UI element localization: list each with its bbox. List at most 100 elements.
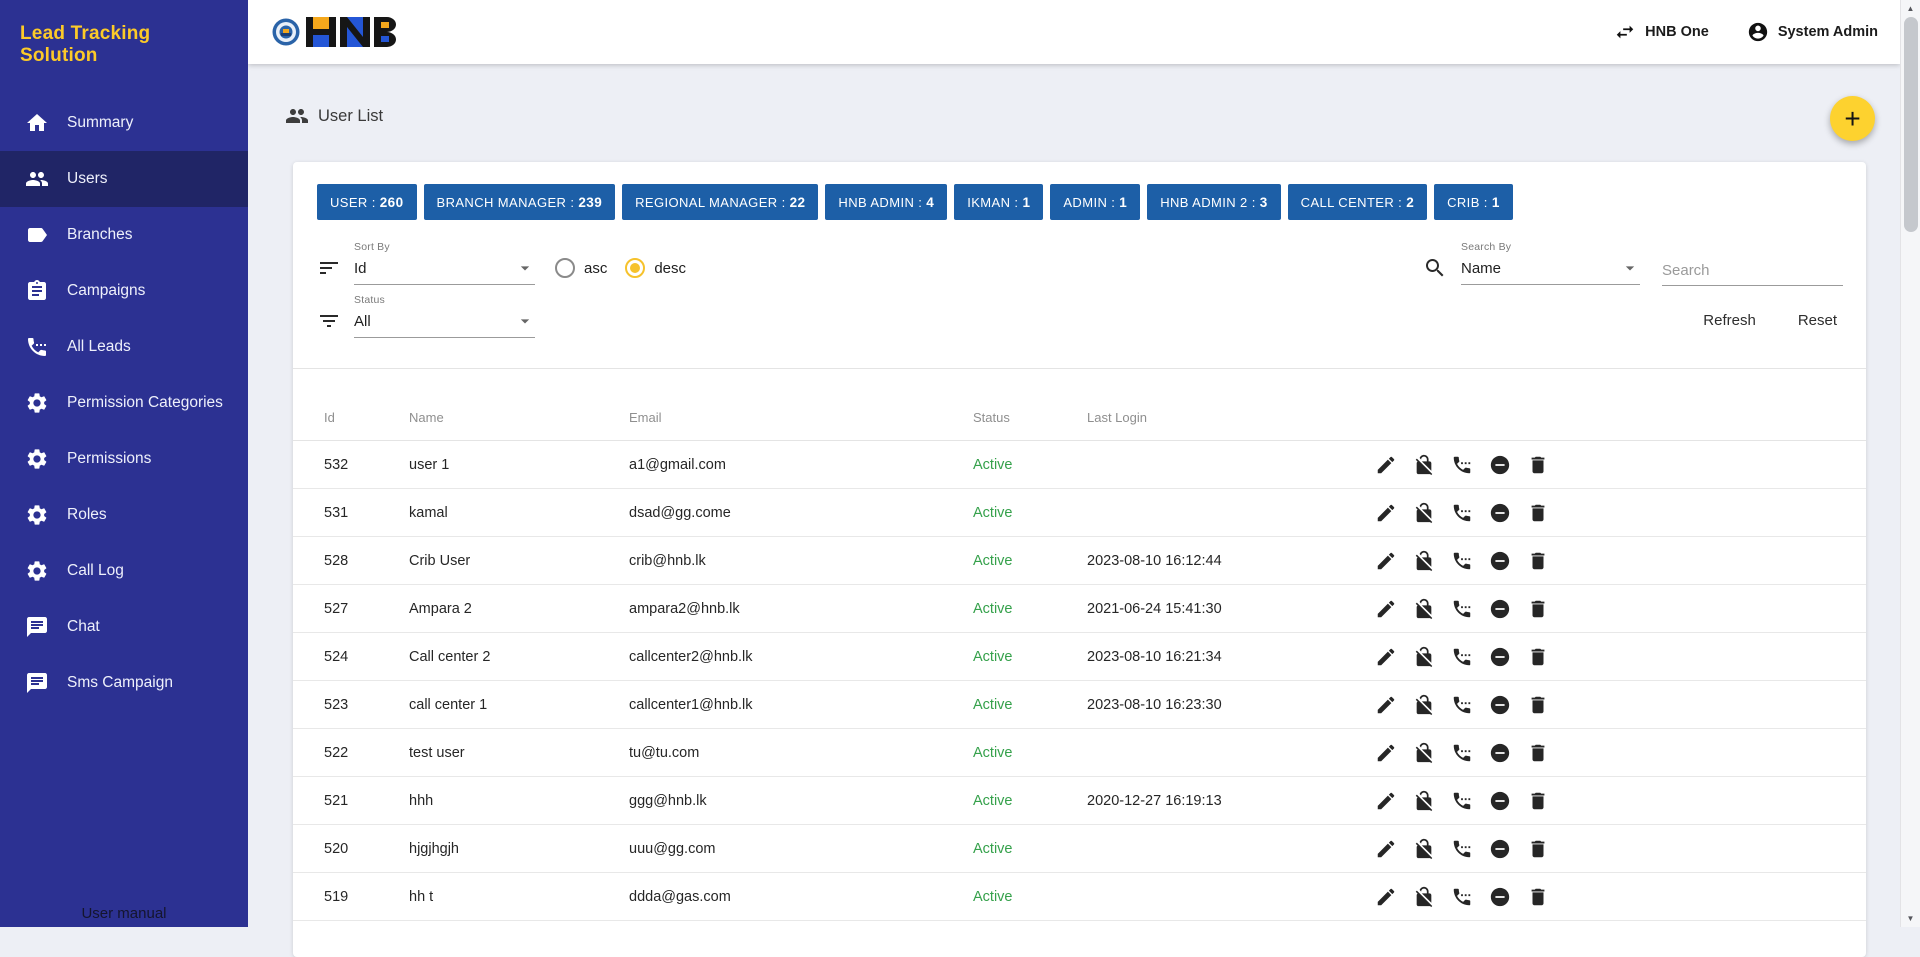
no-encryption-icon[interactable] [1413, 694, 1435, 716]
settings-phone-icon[interactable] [1451, 454, 1473, 476]
delete-icon[interactable] [1527, 646, 1549, 668]
no-encryption-icon[interactable] [1413, 886, 1435, 908]
edit-icon[interactable] [1375, 598, 1397, 620]
search-by-select[interactable]: Search By Name [1461, 241, 1640, 285]
do-not-disturb-on-icon[interactable] [1489, 598, 1511, 620]
user-manual-link[interactable]: User manual [0, 905, 248, 922]
status-select[interactable]: Status All [354, 294, 535, 338]
sidebar-item-branches[interactable]: Branches [0, 207, 248, 263]
role-chip-hnb-admin[interactable]: HNB ADMIN : 4 [825, 184, 947, 220]
edit-icon[interactable] [1375, 550, 1397, 572]
edit-icon[interactable] [1375, 838, 1397, 860]
refresh-button[interactable]: Refresh [1697, 304, 1762, 337]
role-chip-count: 4 [926, 195, 934, 210]
reset-button[interactable]: Reset [1792, 304, 1843, 337]
role-chip-label: HNB ADMIN 2 : [1160, 195, 1260, 210]
settings-phone-icon[interactable] [1451, 646, 1473, 668]
workspace-switcher[interactable]: HNB One [1614, 21, 1709, 43]
no-encryption-icon[interactable] [1413, 838, 1435, 860]
scroll-up-button[interactable]: ▲ [1901, 0, 1920, 17]
role-chip-user[interactable]: USER : 260 [317, 184, 417, 220]
do-not-disturb-on-icon[interactable] [1489, 646, 1511, 668]
table-row: 519hh tddda@gas.comActive [293, 873, 1866, 921]
sidebar-item-summary[interactable]: Summary [0, 95, 248, 151]
no-encryption-icon[interactable] [1413, 454, 1435, 476]
role-chip-ikman[interactable]: IKMAN : 1 [954, 184, 1043, 220]
scrollbar-thumb[interactable] [1904, 17, 1918, 232]
edit-icon[interactable] [1375, 742, 1397, 764]
sidebar-item-users[interactable]: Users [0, 151, 248, 207]
settings-phone-icon[interactable] [1451, 790, 1473, 812]
radio-desc-label: desc [654, 260, 686, 277]
do-not-disturb-on-icon[interactable] [1489, 454, 1511, 476]
cell-id: 527 [324, 601, 409, 617]
edit-icon[interactable] [1375, 694, 1397, 716]
do-not-disturb-on-icon[interactable] [1489, 502, 1511, 524]
role-chip-branch-manager[interactable]: BRANCH MANAGER : 239 [424, 184, 616, 220]
workspace-label: HNB One [1645, 24, 1709, 40]
do-not-disturb-on-icon[interactable] [1489, 886, 1511, 908]
do-not-disturb-on-icon[interactable] [1489, 790, 1511, 812]
do-not-disturb-on-icon[interactable] [1489, 742, 1511, 764]
cell-id: 531 [324, 505, 409, 521]
sidebar-item-label: Sms Campaign [67, 674, 173, 692]
settings-phone-icon[interactable] [1451, 886, 1473, 908]
table-row: 532user 1a1@gmail.comActive [293, 441, 1866, 489]
role-chip-admin[interactable]: ADMIN : 1 [1050, 184, 1140, 220]
settings-phone-icon[interactable] [1451, 742, 1473, 764]
edit-icon[interactable] [1375, 646, 1397, 668]
role-chip-call-center[interactable]: CALL CENTER : 2 [1288, 184, 1427, 220]
add-user-button[interactable]: + [1830, 96, 1875, 141]
cell-status: Active [973, 601, 1087, 617]
role-chip-crib[interactable]: CRIB : 1 [1434, 184, 1513, 220]
settings-phone-icon[interactable] [1451, 598, 1473, 620]
delete-icon[interactable] [1527, 886, 1549, 908]
delete-icon[interactable] [1527, 838, 1549, 860]
radio-desc[interactable] [625, 258, 645, 278]
sidebar-item-all-leads[interactable]: All Leads [0, 319, 248, 375]
sidebar-item-permission-categories[interactable]: Permission Categories [0, 375, 248, 431]
settings-phone-icon[interactable] [1451, 694, 1473, 716]
no-encryption-icon[interactable] [1413, 646, 1435, 668]
cell-last-login: 2023-08-10 16:21:34 [1087, 649, 1363, 665]
edit-icon[interactable] [1375, 454, 1397, 476]
delete-icon[interactable] [1527, 454, 1549, 476]
role-chip-hnb-admin-2[interactable]: HNB ADMIN 2 : 3 [1147, 184, 1280, 220]
do-not-disturb-on-icon[interactable] [1489, 550, 1511, 572]
scroll-down-button[interactable]: ▼ [1901, 910, 1920, 927]
sidebar-item-sms-campaign[interactable]: Sms Campaign [0, 655, 248, 711]
edit-icon[interactable] [1375, 886, 1397, 908]
settings-phone-icon[interactable] [1451, 550, 1473, 572]
delete-icon[interactable] [1527, 742, 1549, 764]
order-radios: asc desc [555, 258, 704, 278]
delete-icon[interactable] [1527, 502, 1549, 524]
settings-phone-icon[interactable] [1451, 838, 1473, 860]
sidebar-item-call-log[interactable]: Call Log [0, 543, 248, 599]
sidebar-item-label: Chat [67, 618, 100, 636]
do-not-disturb-on-icon[interactable] [1489, 838, 1511, 860]
do-not-disturb-on-icon[interactable] [1489, 694, 1511, 716]
sort-by-select[interactable]: Sort By Id [354, 241, 535, 285]
no-encryption-icon[interactable] [1413, 742, 1435, 764]
edit-icon[interactable] [1375, 502, 1397, 524]
account-menu[interactable]: System Admin [1747, 21, 1878, 43]
delete-icon[interactable] [1527, 550, 1549, 572]
radio-asc[interactable] [555, 258, 575, 278]
vertical-scrollbar[interactable]: ▲ ▼ [1900, 0, 1920, 927]
role-chip-regional-manager[interactable]: REGIONAL MANAGER : 22 [622, 184, 818, 220]
hnb-logo[interactable] [270, 10, 396, 54]
delete-icon[interactable] [1527, 694, 1549, 716]
search-input[interactable] [1662, 257, 1843, 286]
edit-icon[interactable] [1375, 790, 1397, 812]
no-encryption-icon[interactable] [1413, 790, 1435, 812]
sidebar-item-campaigns[interactable]: Campaigns [0, 263, 248, 319]
no-encryption-icon[interactable] [1413, 550, 1435, 572]
sidebar-item-permissions[interactable]: Permissions [0, 431, 248, 487]
delete-icon[interactable] [1527, 790, 1549, 812]
delete-icon[interactable] [1527, 598, 1549, 620]
no-encryption-icon[interactable] [1413, 502, 1435, 524]
no-encryption-icon[interactable] [1413, 598, 1435, 620]
sidebar-item-chat[interactable]: Chat [0, 599, 248, 655]
sidebar-item-roles[interactable]: Roles [0, 487, 248, 543]
settings-phone-icon[interactable] [1451, 502, 1473, 524]
